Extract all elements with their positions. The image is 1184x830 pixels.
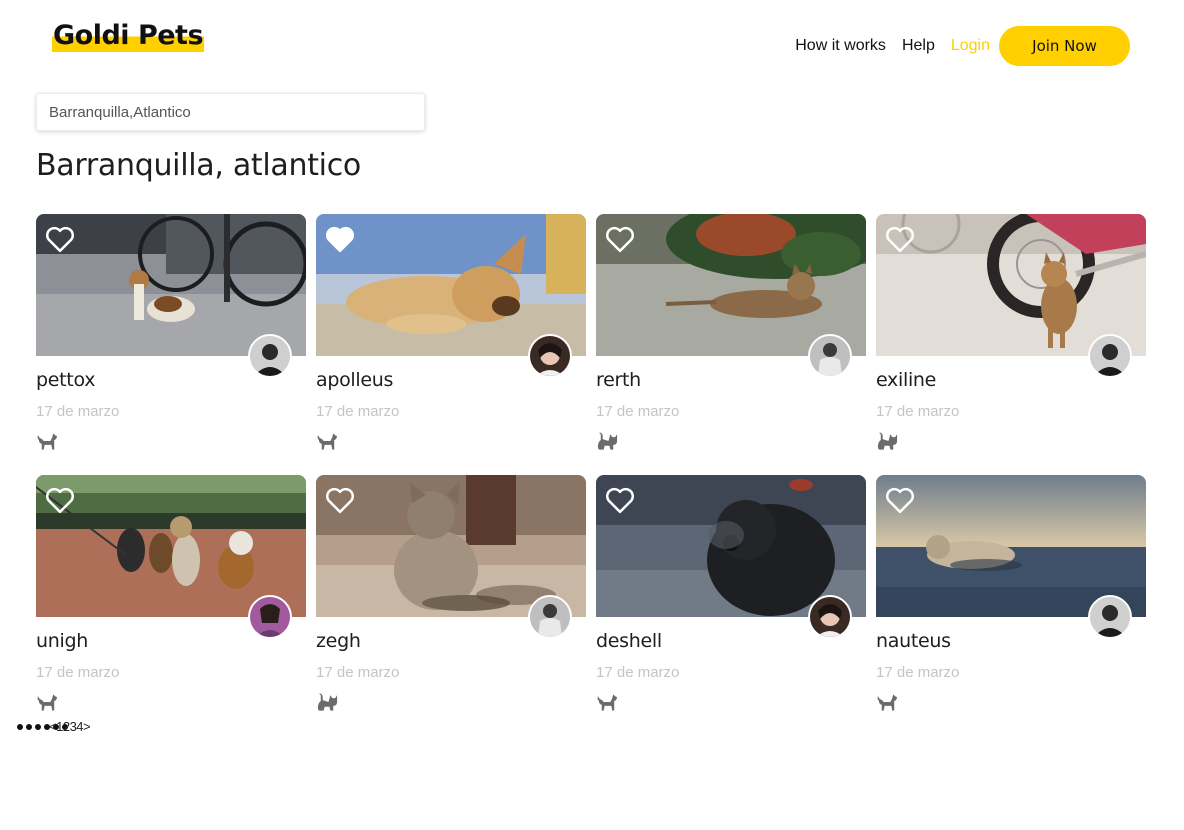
- location-search-input[interactable]: [36, 93, 425, 131]
- pagination-bullet: [35, 723, 41, 730]
- pet-name[interactable]: unigh: [36, 630, 88, 652]
- pet-date: 17 de marzo: [596, 664, 680, 681]
- dog-icon: [317, 433, 338, 450]
- owner-avatar[interactable]: [808, 595, 852, 639]
- favorite-heart-icon[interactable]: [325, 225, 355, 253]
- pet-card[interactable]: zegh 17 de marzo: [316, 475, 586, 715]
- pet-date: 17 de marzo: [596, 403, 680, 420]
- favorite-heart-icon[interactable]: [325, 486, 355, 514]
- cat-icon: [597, 432, 618, 450]
- pagination: <1234>: [17, 719, 91, 734]
- pet-date: 17 de marzo: [36, 403, 120, 420]
- pagination-page-2[interactable]: 2: [63, 719, 70, 734]
- pet-card[interactable]: apolleus 17 de marzo: [316, 214, 586, 454]
- pet-card[interactable]: rerth 17 de marzo: [596, 214, 866, 454]
- owner-avatar[interactable]: [528, 595, 572, 639]
- cat-icon: [877, 432, 898, 450]
- pet-name[interactable]: exiline: [876, 369, 936, 391]
- pet-card[interactable]: exiline 17 de marzo: [876, 214, 1146, 454]
- owner-avatar-image: [250, 336, 290, 376]
- dog-icon: [597, 694, 618, 711]
- logo[interactable]: Goldi Pets: [52, 20, 205, 52]
- top-nav: How it works Help Login Join Now: [795, 26, 1130, 66]
- dog-icon: [877, 694, 898, 711]
- cat-icon: [317, 693, 338, 711]
- pet-name[interactable]: pettox: [36, 369, 95, 391]
- pet-name[interactable]: deshell: [596, 630, 662, 652]
- dog-icon: [37, 433, 58, 450]
- pagination-pages: <1234>: [49, 719, 91, 734]
- pet-card[interactable]: nauteus 17 de marzo: [876, 475, 1146, 715]
- favorite-heart-icon[interactable]: [45, 486, 75, 514]
- owner-avatar-image: [530, 597, 570, 637]
- owner-avatar[interactable]: [808, 334, 852, 378]
- owner-avatar[interactable]: [1088, 595, 1132, 639]
- favorite-heart-icon[interactable]: [885, 225, 915, 253]
- owner-avatar[interactable]: [248, 334, 292, 378]
- pet-card[interactable]: pettox 17 de marzo: [36, 214, 306, 454]
- pet-name[interactable]: apolleus: [316, 369, 393, 391]
- pet-date: 17 de marzo: [316, 403, 400, 420]
- nav-help[interactable]: Help: [902, 37, 935, 55]
- join-now-button[interactable]: Join Now: [999, 26, 1130, 66]
- owner-avatar-image: [810, 336, 850, 376]
- pet-date: 17 de marzo: [876, 403, 960, 420]
- pet-card-grid: pettox 17 de marzo apolleus 17 de marzo …: [36, 214, 1146, 715]
- pagination-next[interactable]: >: [83, 719, 91, 734]
- pet-name[interactable]: nauteus: [876, 630, 951, 652]
- pet-name[interactable]: zegh: [316, 630, 361, 652]
- pagination-page-1[interactable]: 1: [56, 719, 63, 734]
- pet-date: 17 de marzo: [36, 664, 120, 681]
- pagination-bullet: [17, 723, 23, 730]
- favorite-heart-icon[interactable]: [45, 225, 75, 253]
- page-title: Barranquilla, atlantico: [36, 148, 361, 183]
- pet-date: 17 de marzo: [876, 664, 960, 681]
- favorite-heart-icon[interactable]: [605, 225, 635, 253]
- pet-name[interactable]: rerth: [596, 369, 641, 391]
- favorite-heart-icon[interactable]: [605, 486, 635, 514]
- favorite-heart-icon[interactable]: [885, 486, 915, 514]
- nav-how-it-works[interactable]: How it works: [795, 37, 886, 55]
- owner-avatar-image: [1090, 597, 1130, 637]
- nav-login[interactable]: Login: [951, 37, 990, 55]
- pet-card[interactable]: deshell 17 de marzo: [596, 475, 866, 715]
- dog-icon: [37, 694, 58, 711]
- owner-avatar-image: [1090, 336, 1130, 376]
- owner-avatar-image: [250, 597, 290, 637]
- pagination-bullet: [26, 723, 32, 730]
- owner-avatar[interactable]: [1088, 334, 1132, 378]
- pet-date: 17 de marzo: [316, 664, 400, 681]
- owner-avatar-image: [530, 336, 570, 376]
- owner-avatar[interactable]: [248, 595, 292, 639]
- owner-avatar[interactable]: [528, 334, 572, 378]
- owner-avatar-image: [810, 597, 850, 637]
- pet-card[interactable]: unigh 17 de marzo: [36, 475, 306, 715]
- page: Goldi Pets How it works Help Login Join …: [0, 0, 1184, 830]
